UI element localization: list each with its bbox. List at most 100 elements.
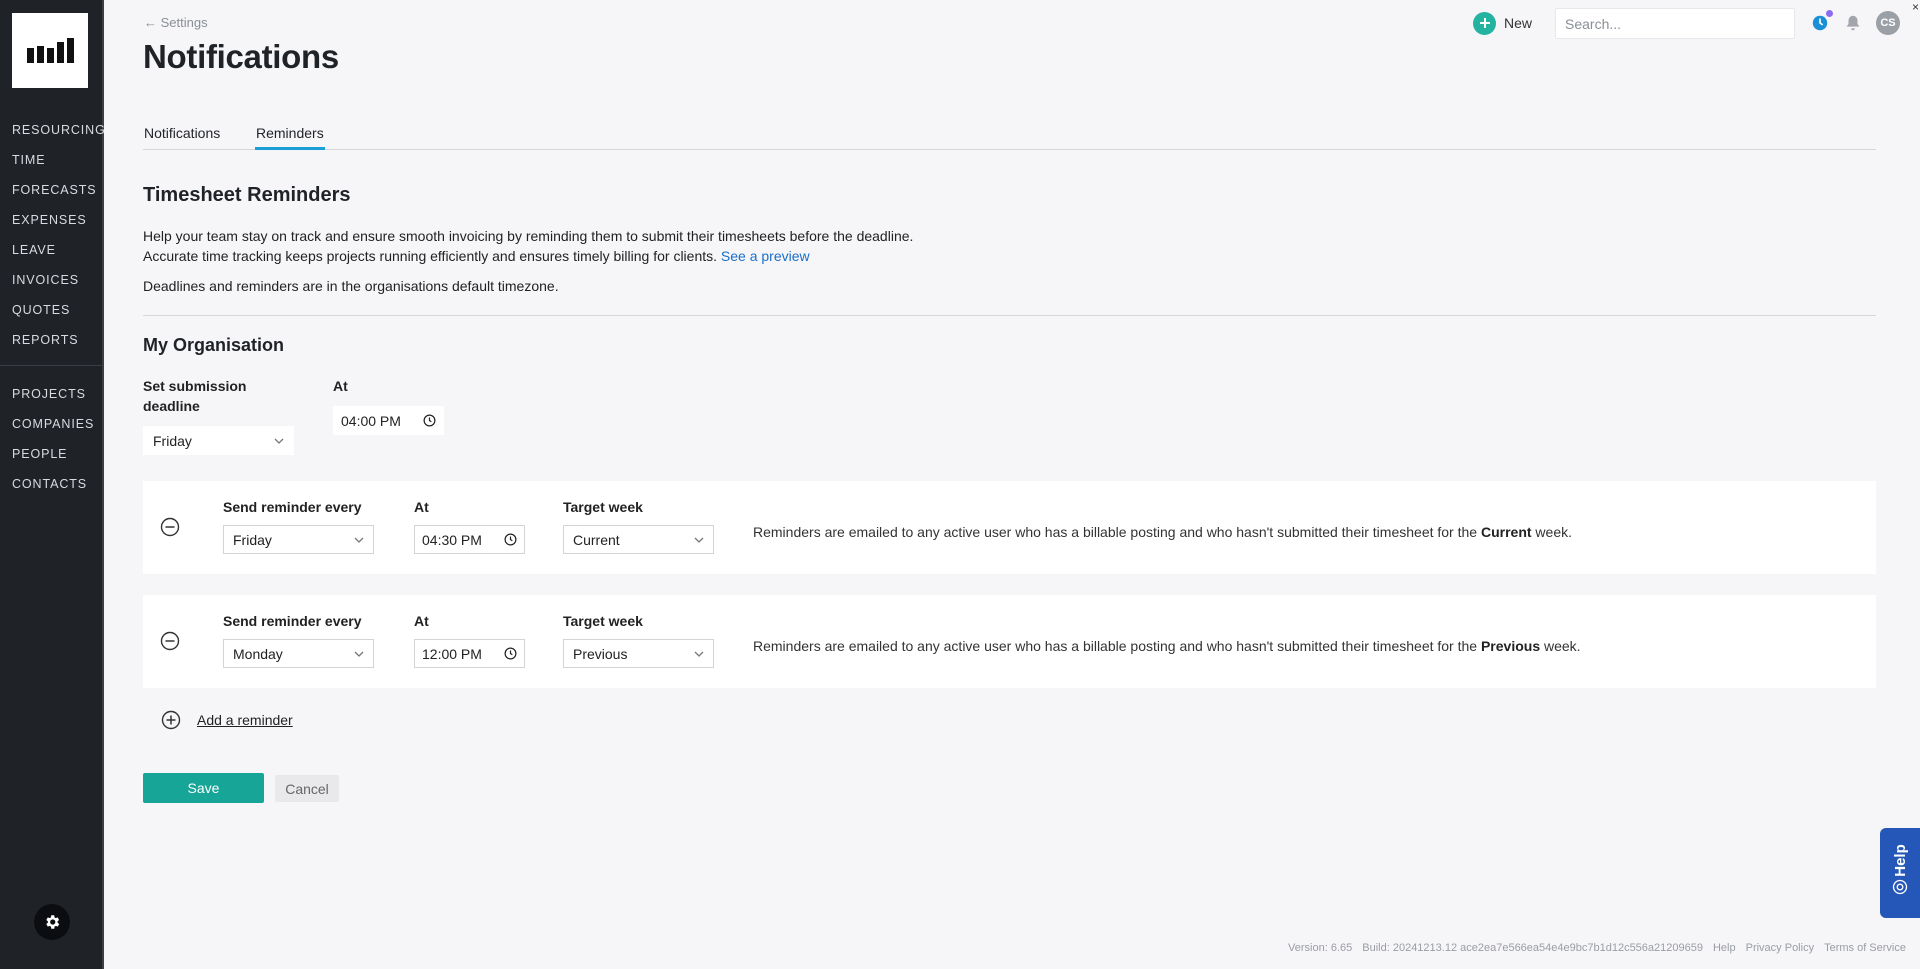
sidebar-divider [0,365,102,366]
reminder-text-week: Current [1480,524,1532,540]
reminder-explanation: Reminders are emailed to any active user… [753,638,1581,654]
target-week-label: Target week [563,613,643,629]
chevron-down-icon [274,438,284,444]
deadline-at-label: At [333,378,348,394]
reminder-text-prefix: Reminders are emailed to any active user… [753,524,1478,540]
add-reminder-button[interactable]: Add a reminder [161,710,293,730]
sidebar-item-time[interactable]: TIME [12,151,106,181]
reminder-text-suffix: week. [1535,524,1572,540]
reminder-card: Send reminder every Monday At 12:00 PM T… [143,595,1876,688]
help-widget-button[interactable]: Help [1880,828,1920,918]
clock-icon [423,414,436,427]
reminder-time-field[interactable]: 12:00 PM [414,639,525,668]
nav-group-main: RESOURCING TIME FORECASTS EXPENSES LEAVE… [12,121,106,361]
add-reminder-link[interactable]: Add a reminder [197,712,293,728]
window-close-mark[interactable]: × [1912,0,1919,14]
reminder-day-select[interactable]: Monday [223,639,374,668]
help-widget-label: Help [1891,843,1909,877]
organisation-title: My Organisation [143,335,285,355]
description-line-2-text: Accurate time tracking keeps projects ru… [143,248,718,264]
add-circle-icon [161,710,181,730]
reminder-day-select[interactable]: Friday [223,525,374,554]
footer-terms-link[interactable]: Terms of Service [1824,942,1906,954]
footer-privacy-link[interactable]: Privacy Policy [1746,942,1814,954]
cancel-button[interactable]: Cancel [275,775,339,802]
tab-notifications[interactable]: Notifications [144,125,220,150]
sidebar-item-companies[interactable]: COMPANIES [12,415,94,445]
sidebar-item-expenses[interactable]: EXPENSES [12,211,106,241]
chevron-down-icon [354,537,364,543]
target-week-value: Current [573,531,620,548]
send-every-label: Send reminder every [223,499,362,515]
deadline-time-field[interactable]: 04:00 PM [333,406,444,435]
deadline-label-line-2: deadline [143,398,200,414]
target-week-value: Previous [573,645,628,662]
reminder-text-week: Previous [1480,638,1541,654]
sidebar-item-contacts[interactable]: CONTACTS [12,475,94,505]
sidebar-item-leave[interactable]: LEAVE [12,241,106,271]
send-every-label: Send reminder every [223,613,362,629]
notification-dot [1826,10,1833,17]
footer-version: Version: 6.65 [1288,942,1353,954]
save-button[interactable]: Save [143,773,264,803]
see-preview-link[interactable]: See a preview [721,248,810,264]
reminder-time-value: 04:30 PM [422,531,482,548]
remove-reminder-icon[interactable] [160,517,180,537]
new-button[interactable]: New [1473,11,1532,35]
target-week-label: Target week [563,499,643,515]
tab-reminders[interactable]: Reminders [255,125,325,150]
sidebar: RESOURCING TIME FORECASTS EXPENSES LEAVE… [0,0,106,969]
settings-button[interactable] [34,904,70,940]
description-line-1: Help your team stay on track and ensure … [143,228,914,244]
sidebar-item-quotes[interactable]: QUOTES [12,301,106,331]
section-title: Timesheet Reminders [143,184,351,206]
reminder-explanation: Reminders are emailed to any active user… [753,524,1572,540]
footer-build: Build: 20241213.12 ace2ea7e566ea54e4e9bc… [1362,942,1703,954]
sidebar-item-forecasts[interactable]: FORECASTS [12,181,106,211]
user-avatar[interactable]: CS [1876,11,1900,35]
reminder-time-field[interactable]: 04:30 PM [414,525,525,554]
plus-icon [1473,11,1496,35]
back-to-settings-link[interactable]: ← Settings [144,15,208,30]
sidebar-item-reports[interactable]: REPORTS [12,331,106,361]
reminder-at-label: At [414,613,429,629]
search-input[interactable] [1555,8,1795,39]
lifebuoy-icon [1892,879,1908,894]
remove-reminder-icon[interactable] [160,631,180,651]
gear-icon [46,915,60,929]
reminder-text-suffix: week. [1544,638,1581,654]
reminder-text-prefix: Reminders are emailed to any active user… [753,638,1478,654]
nav-group-records: PROJECTS COMPANIES PEOPLE CONTACTS [12,385,94,505]
page-title: Notifications [143,38,339,75]
sidebar-item-resourcing[interactable]: RESOURCING [12,121,106,151]
clock-icon [504,533,517,546]
reminder-at-label: At [414,499,429,515]
timezone-note: Deadlines and reminders are in the organ… [143,278,559,294]
reminder-card: Send reminder every Friday At 04:30 PM T… [143,481,1876,574]
tab-bar: Notifications Reminders [143,112,1876,150]
app-logo[interactable] [12,13,88,88]
footer: Version: 6.65 Build: 20241213.12 ace2ea7… [1288,942,1906,954]
deadline-day-value: Friday [153,432,192,449]
deadline-label-line-1: Set submission [143,378,247,394]
reminder-day-value: Monday [233,645,283,662]
clock-icon [504,647,517,660]
bell-icon[interactable] [1841,11,1865,35]
new-button-label: New [1504,15,1533,31]
section-divider [143,315,1876,316]
chevron-down-icon [694,651,704,657]
reminder-day-value: Friday [233,531,272,548]
target-week-select[interactable]: Current [563,525,714,554]
target-week-select[interactable]: Previous [563,639,714,668]
sidebar-item-people[interactable]: PEOPLE [12,445,94,475]
chevron-down-icon [354,651,364,657]
chevron-down-icon [694,537,704,543]
description-line-2: Accurate time tracking keeps projects ru… [143,246,810,266]
reminder-time-value: 12:00 PM [422,645,482,662]
deadline-label: Set submission deadline [143,376,246,416]
sidebar-item-invoices[interactable]: INVOICES [12,271,106,301]
deadline-day-select[interactable]: Friday [143,426,294,455]
sidebar-item-projects[interactable]: PROJECTS [12,385,94,415]
footer-help-link[interactable]: Help [1713,942,1736,954]
bar-chart-logo-icon [27,37,74,63]
